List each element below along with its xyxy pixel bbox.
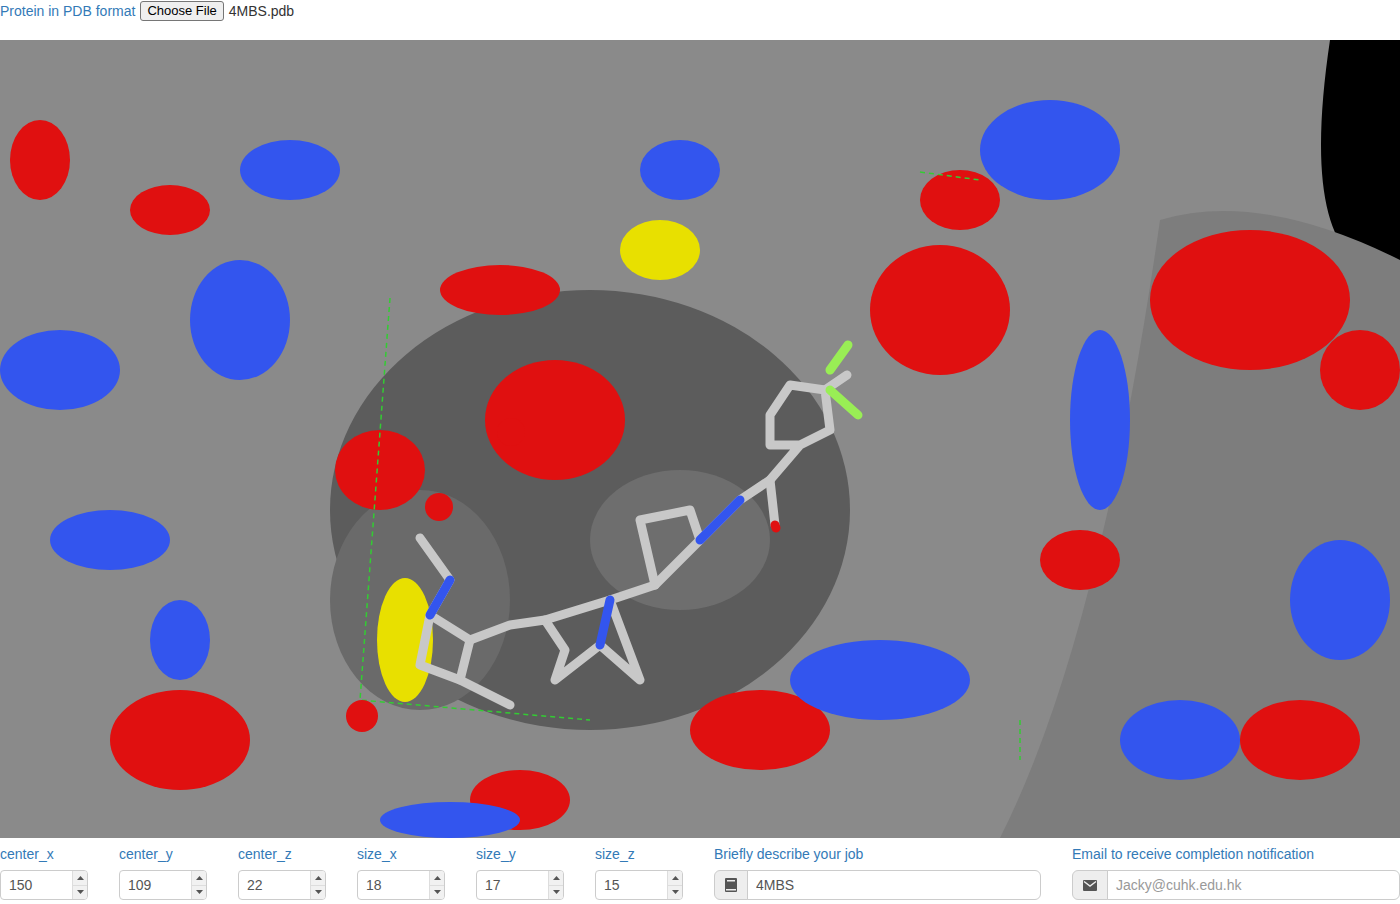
- increment-icon[interactable]: [549, 871, 563, 886]
- description-input[interactable]: [747, 870, 1041, 900]
- increment-icon[interactable]: [192, 871, 206, 886]
- box-field: size_z: [595, 846, 683, 900]
- box-field: center_x: [0, 846, 88, 900]
- box-field: center_y: [119, 846, 207, 900]
- box-field-input[interactable]: [1, 871, 72, 899]
- box-field-label: center_z: [238, 846, 326, 862]
- increment-icon[interactable]: [311, 871, 325, 886]
- email-label: Email to receive completion notification: [1072, 846, 1400, 862]
- book-icon: [714, 870, 748, 900]
- box-field-input[interactable]: [239, 871, 310, 899]
- choose-file-button[interactable]: Choose File: [140, 1, 223, 21]
- spinner[interactable]: [667, 871, 682, 899]
- email: Email to receive completion notification: [1072, 846, 1400, 900]
- box-field-input[interactable]: [477, 871, 548, 899]
- number-field: [595, 870, 683, 900]
- spinner[interactable]: [429, 871, 444, 899]
- increment-icon[interactable]: [73, 871, 87, 886]
- job-form-row: center_x center_y center_z size_x size_y size…: [0, 838, 1400, 904]
- email-input-group: [1072, 870, 1400, 900]
- decrement-icon[interactable]: [430, 886, 444, 900]
- number-field: [238, 870, 326, 900]
- file-upload-row: Protein in PDB formatChoose File 4MBS.pdb: [0, 0, 1400, 40]
- file-name: 4MBS.pdb: [229, 1, 294, 22]
- envelope-icon: [1072, 870, 1108, 900]
- box-field: center_z: [238, 846, 326, 900]
- box-field-label: center_y: [119, 846, 207, 862]
- box-field: size_y: [476, 846, 564, 900]
- decrement-icon[interactable]: [73, 886, 87, 900]
- email-input[interactable]: [1107, 870, 1400, 900]
- box-field-label: size_x: [357, 846, 445, 862]
- decrement-icon[interactable]: [668, 886, 682, 900]
- increment-icon[interactable]: [668, 871, 682, 886]
- number-field: [119, 870, 207, 900]
- spinner[interactable]: [191, 871, 206, 899]
- description: Briefly describe your job: [714, 846, 1041, 900]
- decrement-icon[interactable]: [192, 886, 206, 900]
- number-field: [357, 870, 445, 900]
- description-input-group: [714, 870, 1041, 900]
- molecule-viewer[interactable]: [0, 40, 1400, 838]
- box-field-input[interactable]: [120, 871, 191, 899]
- number-field: [476, 870, 564, 900]
- increment-icon[interactable]: [430, 871, 444, 886]
- spinner[interactable]: [310, 871, 325, 899]
- box-field: size_x: [357, 846, 445, 900]
- decrement-icon[interactable]: [311, 886, 325, 900]
- decrement-icon[interactable]: [549, 886, 563, 900]
- spinner[interactable]: [548, 871, 563, 899]
- box-field-label: center_x: [0, 846, 88, 862]
- box-field-input[interactable]: [596, 871, 667, 899]
- box-field-label: size_z: [595, 846, 683, 862]
- description-label: Briefly describe your job: [714, 846, 1041, 862]
- spinner[interactable]: [72, 871, 87, 899]
- box-field-input[interactable]: [358, 871, 429, 899]
- number-field: [0, 870, 88, 900]
- box-field-label: size_y: [476, 846, 564, 862]
- file-label: Protein in PDB format: [0, 1, 135, 22]
